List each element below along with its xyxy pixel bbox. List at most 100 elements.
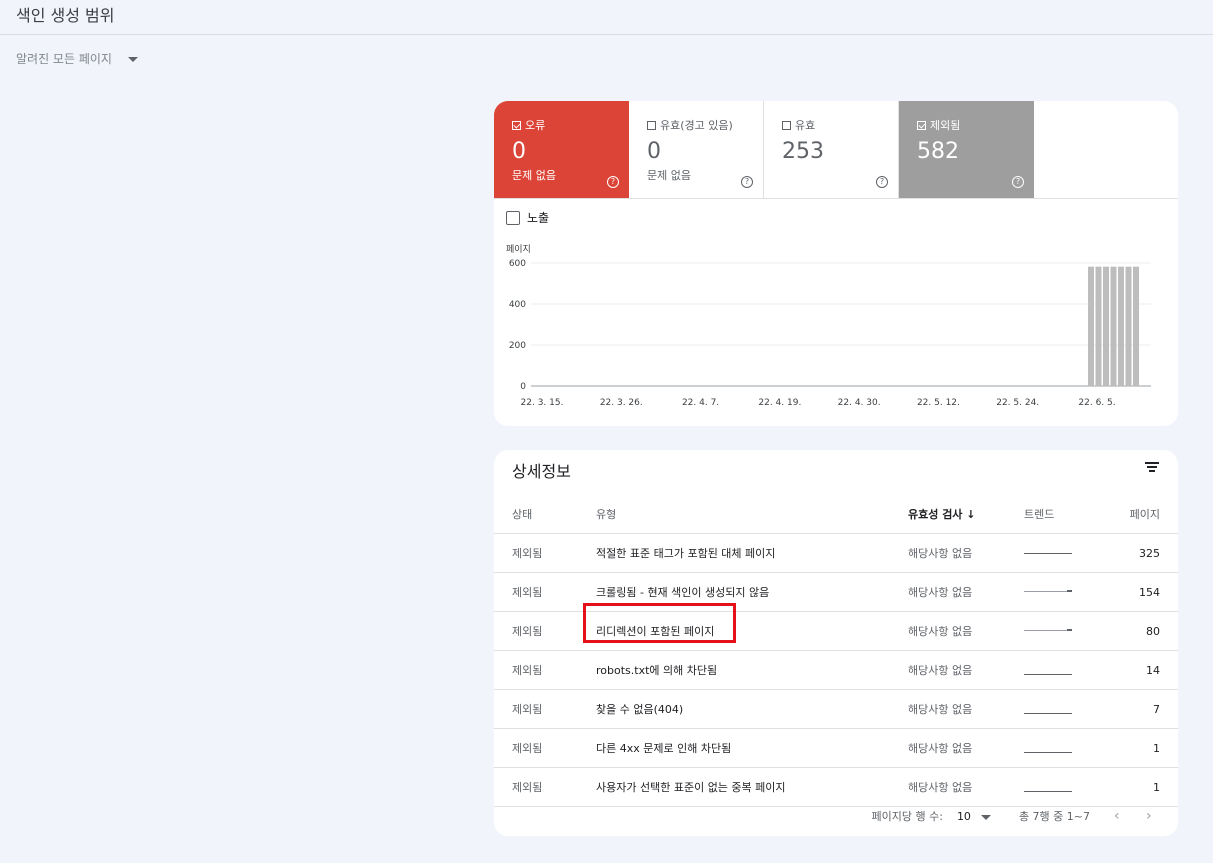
page-filter-dropdown[interactable]: 알려진 모든 페이지 <box>16 50 138 67</box>
checkbox-icon <box>782 120 791 130</box>
trend-sparkline <box>1024 742 1072 754</box>
summary-card: 오류 0 문제 없음 ? 유효(경고 있음) 0 문제 없음 ? 유효 253 … <box>494 101 1178 426</box>
tile-valid[interactable]: 유효 253 ? <box>764 101 899 198</box>
y-tick-label: 600 <box>509 259 526 269</box>
x-tick-label: 22. 5. 24. <box>996 398 1039 408</box>
next-page-icon[interactable]: › <box>1146 809 1156 823</box>
row-status: 제외됨 <box>494 689 595 729</box>
tile-excluded[interactable]: 제외됨 582 ? <box>899 101 1034 198</box>
row-status: 제외됨 <box>494 572 595 612</box>
table-row[interactable]: 제외됨 robots.txt에 의해 차단됨 해당사항 없음 14 <box>494 650 1178 690</box>
row-trend <box>1023 689 1115 729</box>
help-icon[interactable]: ? <box>1012 176 1024 188</box>
tile-value: 253 <box>782 139 824 164</box>
row-trend <box>1023 728 1115 768</box>
trend-sparkline <box>1024 586 1072 598</box>
bar <box>1125 266 1132 386</box>
bar <box>1095 266 1102 386</box>
row-pages: 1 <box>1115 767 1178 807</box>
table-row[interactable]: 제외됨 다른 4xx 문제로 인해 차단됨 해당사항 없음 1 <box>494 728 1178 768</box>
bar <box>1133 266 1139 386</box>
tile-value: 0 <box>512 139 526 164</box>
col-type[interactable]: 유형 <box>595 494 907 534</box>
row-status: 제외됨 <box>494 767 595 807</box>
highlight-box <box>583 603 736 643</box>
bar <box>1088 266 1094 386</box>
y-tick-label: 200 <box>509 341 526 351</box>
details-table: 상태 유형 유효성 검사 ↓ 트렌드 페이지 제외됨 적절한 표준 태그가 포함된… <box>494 494 1178 807</box>
row-validation: 해당사항 없음 <box>907 572 1023 612</box>
row-validation: 해당사항 없음 <box>907 650 1023 690</box>
help-icon[interactable]: ? <box>741 176 753 188</box>
tile-label: 유효 <box>795 119 816 132</box>
row-type: 찾을 수 없음(404) <box>595 689 907 729</box>
rows-per-page-select[interactable]: 10 <box>957 810 991 823</box>
table-row[interactable]: 제외됨 찾을 수 없음(404) 해당사항 없음 7 <box>494 689 1178 729</box>
row-trend <box>1023 767 1115 807</box>
row-trend <box>1023 611 1115 651</box>
col-status[interactable]: 상태 <box>494 494 595 534</box>
table-row[interactable]: 제외됨 적절한 표준 태그가 포함된 대체 페이지 해당사항 없음 325 <box>494 533 1178 573</box>
row-pages: 80 <box>1115 611 1178 651</box>
details-card: 상세정보 상태 유형 유효성 검사 ↓ 트렌드 페이지 제외됨 적절한 표준 태그… <box>494 450 1178 836</box>
rows-per-page-value: 10 <box>956 809 971 823</box>
x-tick-label: 22. 4. 7. <box>682 398 719 408</box>
page-range: 총 7행 중 1~7 <box>1018 810 1090 823</box>
checkbox-icon <box>917 120 926 130</box>
tile-label: 오류 <box>525 119 546 132</box>
x-tick-label: 22. 6. 5. <box>1078 398 1115 408</box>
status-tiles: 오류 0 문제 없음 ? 유효(경고 있음) 0 문제 없음 ? 유효 253 … <box>494 101 1178 199</box>
pages-chart: 페이지 0 200 400 600 22. 3. 15. 22. 3. 26. 22. 4. … <box>506 244 1151 408</box>
caret-down-icon <box>980 814 991 820</box>
row-trend <box>1023 572 1115 612</box>
row-pages: 14 <box>1115 650 1178 690</box>
tile-error[interactable]: 오류 0 문제 없음 ? <box>494 101 629 198</box>
row-type: 적절한 표준 태그가 포함된 대체 페이지 <box>595 533 907 573</box>
impressions-label: 노출 <box>527 211 550 225</box>
y-tick-label: 0 <box>520 382 526 392</box>
bar <box>1118 266 1124 386</box>
trend-sparkline <box>1024 781 1072 793</box>
help-icon[interactable]: ? <box>607 176 619 188</box>
page-title: 색인 생성 범위 <box>16 6 115 25</box>
row-validation: 해당사항 없음 <box>907 728 1023 768</box>
trend-sparkline <box>1024 664 1072 676</box>
prev-page-icon[interactable]: ‹ <box>1114 809 1124 823</box>
col-pages[interactable]: 페이지 <box>1115 494 1178 534</box>
filter-icon[interactable] <box>1144 462 1160 474</box>
impressions-toggle[interactable]: 노출 <box>506 209 549 226</box>
row-pages: 1 <box>1115 728 1178 768</box>
header-divider <box>0 34 1213 35</box>
bar <box>1110 266 1117 386</box>
table-row[interactable]: 제외됨 사용자가 선택한 표준이 없는 중복 페이지 해당사항 없음 1 <box>494 767 1178 807</box>
sort-arrow-icon: ↓ <box>966 507 976 521</box>
x-tick-label: 22. 4. 30. <box>838 398 881 408</box>
tile-subtext: 문제 없음 <box>647 169 691 182</box>
y-tick-label: 400 <box>509 300 526 310</box>
row-trend <box>1023 650 1115 690</box>
row-pages: 325 <box>1115 533 1178 573</box>
row-trend <box>1023 533 1115 573</box>
row-pages: 7 <box>1115 689 1178 729</box>
tile-label: 제외됨 <box>930 119 961 132</box>
checkbox-icon <box>506 210 520 225</box>
trend-sparkline <box>1024 703 1072 715</box>
col-trend[interactable]: 트렌드 <box>1023 494 1115 534</box>
col-validation[interactable]: 유효성 검사 ↓ <box>907 494 1023 534</box>
tile-valid-warning[interactable]: 유효(경고 있음) 0 문제 없음 ? <box>629 101 764 198</box>
x-tick-label: 22. 3. 15. <box>521 398 564 408</box>
row-pages: 154 <box>1115 572 1178 612</box>
details-title: 상세정보 <box>512 462 571 481</box>
bar <box>1103 266 1109 386</box>
trend-sparkline <box>1024 547 1072 559</box>
help-icon[interactable]: ? <box>876 176 888 188</box>
tile-value: 0 <box>647 139 661 164</box>
row-status: 제외됨 <box>494 611 595 651</box>
col-validation-label: 유효성 검사 <box>908 507 963 521</box>
tile-subtext: 문제 없음 <box>512 169 556 182</box>
row-status: 제외됨 <box>494 650 595 690</box>
chart-ylabel: 페이지 <box>506 244 531 255</box>
row-status: 제외됨 <box>494 533 595 573</box>
row-validation: 해당사항 없음 <box>907 533 1023 573</box>
rows-per-page-label: 페이지당 행 수: <box>871 810 943 823</box>
